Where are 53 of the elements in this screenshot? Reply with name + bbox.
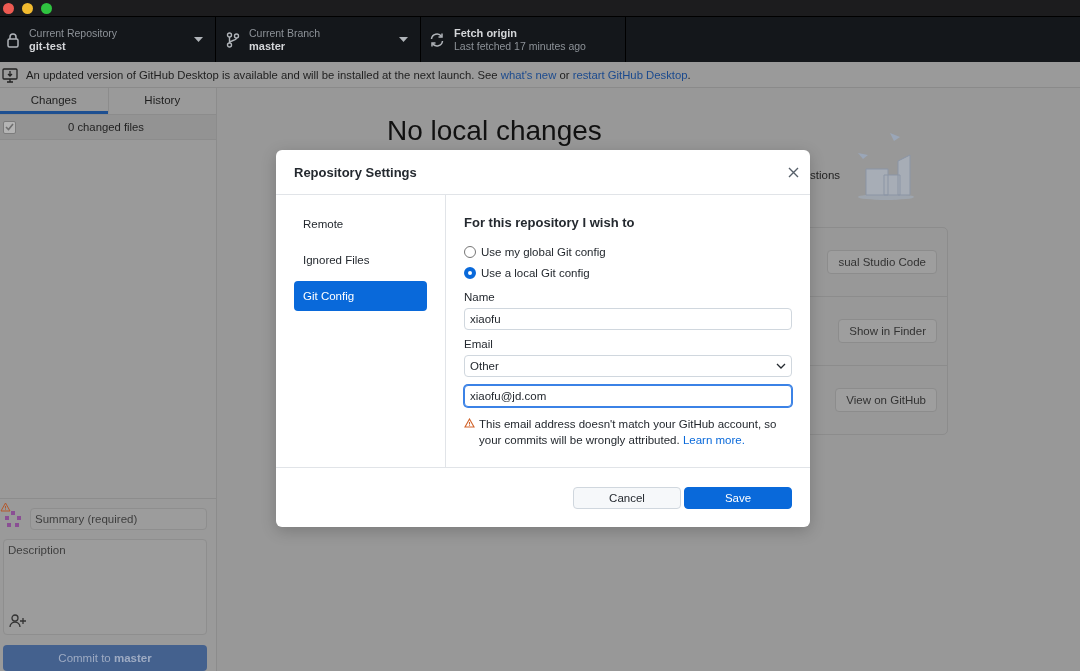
changed-files-count: 0 changed files	[67, 121, 145, 133]
close-window-button[interactable]	[3, 2, 14, 14]
cancel-button[interactable]: Cancel	[573, 486, 681, 509]
banner-text: An updated version of GitHub Desktop is available and will be installed at the next launch. See	[26, 68, 498, 81]
toolbar-label: Fetch origin	[454, 26, 518, 40]
banner-text: or	[559, 68, 570, 81]
section-heading: For this repository I wish to	[464, 215, 636, 230]
email-dropdown[interactable]: Other	[464, 355, 792, 377]
action-button[interactable]: Show in Finder	[838, 319, 937, 343]
field-label: Email	[464, 338, 494, 350]
summary-field[interactable]: Summary (required)	[30, 508, 207, 530]
name-field[interactable]: xiaofu	[464, 308, 792, 330]
toolbar-label: Current Branch	[249, 26, 322, 40]
toolbar-label: Current Repository	[29, 26, 119, 40]
settings-nav-item[interactable]: Ignored Files	[294, 245, 427, 275]
caret-icon	[194, 37, 203, 42]
suggestions-text: stions	[810, 169, 841, 181]
toolbar-value: master	[249, 39, 287, 53]
radio-label: Use my global Git config	[481, 245, 606, 258]
toolbar-value: git-test	[29, 39, 67, 53]
minimize-window-button[interactable]	[22, 2, 33, 14]
add-person-icon[interactable]	[9, 614, 27, 628]
branch-icon	[226, 31, 240, 48]
field-label: Name	[464, 291, 496, 303]
settings-nav-item[interactable]: Remote	[294, 209, 427, 239]
lock-icon	[6, 31, 20, 48]
select-all-checkbox[interactable]	[3, 120, 16, 134]
toolbar-value: Last fetched 17 minutes ago	[454, 39, 587, 53]
banner-link[interactable]: restart GitHub Desktop	[572, 68, 688, 81]
close-icon[interactable]	[788, 166, 799, 178]
zoom-window-button[interactable]	[41, 2, 52, 14]
banner-link[interactable]: what's new	[500, 68, 557, 81]
action-button[interactable]: View on GitHub	[835, 388, 937, 412]
page-heading: No local changes	[387, 116, 602, 146]
banner-text: .	[687, 68, 691, 81]
radio-button[interactable]	[464, 266, 476, 279]
warning-text: This email address doesn't match your GitHub account, so your commits will be wrongly attributed. Learn more.	[479, 417, 778, 448]
dialog-title: Repository Settings	[294, 164, 417, 180]
avatar-icon	[3, 509, 23, 529]
chevron-icon	[776, 363, 786, 369]
sync-icon	[429, 31, 445, 48]
save-button[interactable]: Save	[684, 486, 792, 509]
update-icon	[2, 66, 18, 83]
learn-more-link[interactable]: Learn more.	[682, 434, 745, 446]
radio-label: Use a local Git config	[481, 266, 590, 279]
description-field[interactable]: Description	[3, 539, 207, 635]
action-button[interactable]: sual Studio Code	[827, 250, 937, 274]
settings-nav-item[interactable]: Git Config	[294, 281, 427, 311]
warning-icon	[464, 418, 475, 428]
warning-icon	[0, 502, 11, 512]
email-field[interactable]: xiaofu@jd.com	[464, 385, 792, 407]
sidebar-tab[interactable]: History	[107, 88, 216, 114]
caret-icon	[399, 37, 408, 42]
